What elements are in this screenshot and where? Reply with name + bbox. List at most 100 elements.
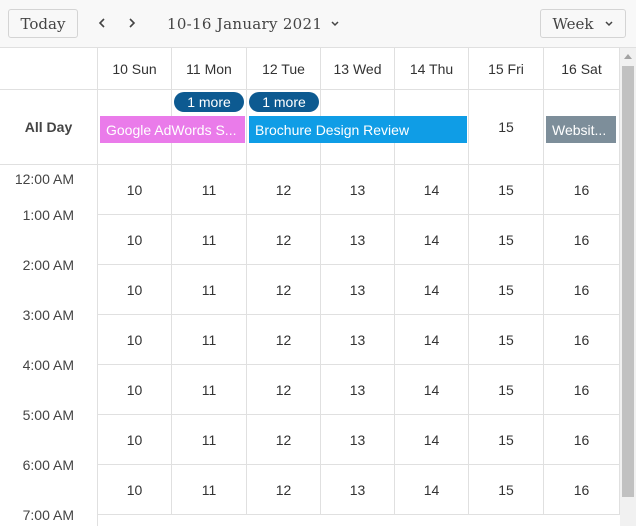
time-row: 10 11 12 13 14 15 16 — [98, 465, 620, 515]
time-slot-sun[interactable]: 10 — [98, 165, 172, 215]
time-slot-tue[interactable]: 12 — [247, 365, 321, 415]
time-slot-sun[interactable]: 10 — [98, 415, 172, 465]
time-slot-fri[interactable]: 15 — [469, 265, 544, 315]
all-day-cell-fri[interactable]: 15 — [469, 90, 544, 164]
today-button[interactable]: Today — [8, 9, 78, 38]
time-slot-sat[interactable]: 16 — [544, 165, 620, 215]
time-slot-thu[interactable]: 14 — [395, 215, 469, 265]
time-label: 5:00 AM — [22, 407, 74, 423]
time-slot-tue[interactable]: 12 — [247, 165, 321, 215]
day-header-sun[interactable]: 10 Sun — [98, 48, 172, 89]
date-range-picker[interactable]: 10-16 January 2021 — [167, 13, 340, 35]
day-header-fri[interactable]: 15 Fri — [469, 48, 544, 89]
time-row: 10 11 12 13 14 15 16 — [98, 265, 620, 315]
time-slot-wed[interactable]: 13 — [321, 165, 395, 215]
date-range-text: 10-16 January 2021 — [167, 15, 323, 33]
time-slot-fri[interactable]: 15 — [469, 165, 544, 215]
time-slot-tue[interactable]: 12 — [247, 315, 321, 365]
time-slot-sun[interactable]: 10 — [98, 315, 172, 365]
more-events-indicator[interactable]: 1 more — [174, 92, 244, 112]
time-slot-tue[interactable]: 12 — [247, 415, 321, 465]
time-slot-mon[interactable]: 11 — [172, 265, 247, 315]
time-slot-mon[interactable]: 11 — [172, 365, 247, 415]
event-brochure-design-review[interactable]: Brochure Design Review — [249, 116, 467, 143]
day-header-thu[interactable]: 14 Thu — [395, 48, 469, 89]
time-slot-sun[interactable]: 10 — [98, 265, 172, 315]
scroll-up-arrow[interactable] — [620, 48, 636, 64]
triangle-up-icon — [624, 54, 632, 59]
time-slot-thu[interactable]: 14 — [395, 465, 469, 515]
time-slot-sat[interactable]: 16 — [544, 365, 620, 415]
time-slot-wed[interactable]: 13 — [321, 315, 395, 365]
time-slot-mon[interactable]: 11 — [172, 165, 247, 215]
calendar-toolbar: Today 10-16 January 2021 Week — [0, 0, 636, 48]
time-slot-thu[interactable]: 14 — [395, 415, 469, 465]
event-title: Brochure Design Review — [255, 121, 410, 138]
time-row: 10 11 12 13 14 15 16 — [98, 415, 620, 465]
time-label: 1:00 AM — [22, 207, 74, 223]
time-slot-fri[interactable]: 15 — [469, 215, 544, 265]
scrollbar-thumb[interactable] — [622, 66, 634, 497]
view-dropdown-button[interactable]: Week — [540, 9, 626, 38]
time-label: 12:00 AM — [14, 171, 74, 187]
all-day-row: All Day 15 1 more 1 more Google AdWords … — [0, 90, 620, 165]
time-slot-fri[interactable]: 15 — [469, 415, 544, 465]
time-slot-wed[interactable]: 13 — [321, 415, 395, 465]
time-slot-wed[interactable]: 13 — [321, 265, 395, 315]
prev-button[interactable] — [92, 12, 112, 34]
day-header-mon[interactable]: 11 Mon — [172, 48, 247, 89]
next-button[interactable] — [122, 12, 142, 34]
header-corner — [0, 48, 98, 90]
more-events-indicator[interactable]: 1 more — [249, 92, 319, 112]
time-slot-sat[interactable]: 16 — [544, 215, 620, 265]
time-slot-wed[interactable]: 13 — [321, 465, 395, 515]
time-slot-sun[interactable]: 10 — [98, 465, 172, 515]
time-slot-fri[interactable]: 15 — [469, 365, 544, 415]
time-row: 10 11 12 13 14 15 16 — [98, 315, 620, 365]
day-header-wed[interactable]: 13 Wed — [321, 48, 395, 89]
time-slot-sat[interactable]: 16 — [544, 465, 620, 515]
time-slot-tue[interactable]: 12 — [247, 465, 321, 515]
time-label: 6:00 AM — [22, 457, 74, 473]
week-view-grid: 10 Sun 11 Mon 12 Tue 13 Wed 14 Thu 15 Fr… — [0, 48, 620, 526]
view-label: Week — [552, 14, 594, 33]
time-slot-thu[interactable]: 14 — [395, 265, 469, 315]
time-slot-mon[interactable]: 11 — [172, 315, 247, 365]
chevron-down-icon — [604, 20, 613, 26]
time-slot-fri[interactable]: 15 — [469, 315, 544, 365]
time-slot-fri[interactable]: 15 — [469, 465, 544, 515]
chevron-left-icon — [98, 18, 105, 28]
time-grid: 12:00 AM 10 11 12 13 14 15 16 1:00 AM 10 11 12 13 14 1… — [0, 165, 620, 526]
time-label: 7:00 AM — [22, 507, 74, 523]
day-header-tue[interactable]: 12 Tue — [247, 48, 321, 89]
time-slot-mon[interactable]: 11 — [172, 215, 247, 265]
time-slot-thu[interactable]: 14 — [395, 165, 469, 215]
chevron-right-icon — [129, 18, 136, 28]
event-website[interactable]: Websit... — [546, 116, 616, 143]
time-slot-thu[interactable]: 14 — [395, 315, 469, 365]
time-row: 10 11 12 13 14 15 16 — [98, 215, 620, 265]
all-day-label: All Day — [0, 90, 98, 164]
chevron-down-icon — [331, 21, 339, 27]
time-slot-sat[interactable]: 16 — [544, 265, 620, 315]
event-title: Websit... — [552, 121, 607, 138]
time-slot-wed[interactable]: 13 — [321, 215, 395, 265]
time-slot-tue[interactable]: 12 — [247, 215, 321, 265]
time-slot-mon[interactable]: 11 — [172, 415, 247, 465]
event-google-adwords[interactable]: Google AdWords S... — [100, 116, 245, 143]
time-slot-sun[interactable]: 10 — [98, 365, 172, 415]
day-header-sat[interactable]: 16 Sat — [544, 48, 620, 89]
event-title: Google AdWords S... — [106, 121, 237, 138]
time-slot-sat[interactable]: 16 — [544, 415, 620, 465]
day-header-row: 10 Sun 11 Mon 12 Tue 13 Wed 14 Thu 15 Fr… — [0, 48, 620, 90]
time-slot-sun[interactable]: 10 — [98, 215, 172, 265]
time-row: 10 11 12 13 14 15 16 — [98, 365, 620, 415]
time-slot-wed[interactable]: 13 — [321, 365, 395, 415]
time-label: 4:00 AM — [22, 357, 74, 373]
time-label: 3:00 AM — [22, 307, 74, 323]
time-slot-mon[interactable]: 11 — [172, 465, 247, 515]
time-label: 2:00 AM — [22, 257, 74, 273]
time-slot-tue[interactable]: 12 — [247, 265, 321, 315]
time-slot-thu[interactable]: 14 — [395, 365, 469, 415]
time-slot-sat[interactable]: 16 — [544, 315, 620, 365]
